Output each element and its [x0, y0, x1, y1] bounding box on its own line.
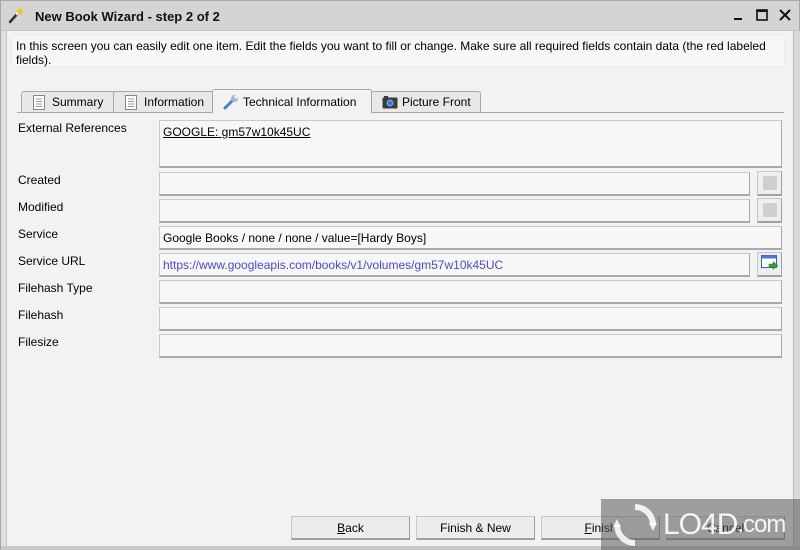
tab-summary-label: Summary: [52, 95, 104, 109]
calendar-icon: [762, 203, 777, 217]
maximize-button[interactable]: [752, 5, 772, 25]
service-label: Service: [18, 227, 59, 241]
cancel-button[interactable]: Cancel: [666, 516, 785, 540]
filehash-label: Filehash: [18, 308, 64, 322]
tab-technical-information-label: Technical Information: [243, 94, 357, 109]
window-left-border: [1, 31, 7, 547]
service-input[interactable]: Google Books / none / none / value=[Hard…: [159, 226, 782, 250]
document-icon: [32, 94, 46, 110]
created-label: Created: [18, 173, 61, 187]
minimize-button[interactable]: [729, 5, 749, 25]
external-reference-link[interactable]: GOOGLE: gm57w10k45UC: [163, 125, 310, 139]
open-url-button[interactable]: [757, 252, 782, 277]
modified-label: Modified: [18, 200, 64, 214]
title-bar[interactable]: New Book Wizard - step 2 of 2: [1, 1, 799, 31]
service-url-input[interactable]: https://www.googleapis.com/books/v1/volu…: [159, 253, 750, 277]
close-button[interactable]: [775, 5, 795, 25]
camera-icon: [382, 95, 398, 110]
tab-information[interactable]: Information: [113, 91, 223, 112]
window-title: New Book Wizard - step 2 of 2: [35, 9, 220, 24]
created-input[interactable]: [159, 172, 750, 196]
tab-technical-information[interactable]: Technical Information: [212, 89, 372, 113]
minimize-icon: [734, 18, 742, 20]
service-url-value: https://www.googleapis.com/books/v1/volu…: [163, 257, 504, 272]
external-references-field[interactable]: GOOGLE: gm57w10k45UC: [159, 120, 782, 168]
created-date-picker-button[interactable]: [757, 171, 782, 196]
tab-information-label: Information: [144, 95, 205, 109]
tab-panel-border: [17, 112, 784, 113]
finish-accelerator: F: [584, 520, 592, 535]
filesize-label: Filesize: [18, 335, 59, 349]
back-label: ack: [345, 520, 364, 535]
back-accelerator: B: [337, 520, 346, 535]
filesize-input[interactable]: [159, 334, 782, 358]
back-button[interactable]: Back: [291, 516, 410, 540]
service-url-label: Service URL: [18, 254, 86, 268]
filehash-type-label: Filehash Type: [18, 281, 93, 295]
tab-picture-front-label: Picture Front: [402, 95, 471, 109]
wrench-icon: [223, 94, 238, 110]
document-icon: [124, 94, 138, 110]
wizard-window: New Book Wizard - step 2 of 2 In this sc…: [0, 0, 800, 550]
maximize-icon: [756, 9, 768, 21]
instructions-text: In this screen you can easily edit one i…: [11, 35, 785, 67]
service-value: Google Books / none / none / value=[Hard…: [163, 230, 427, 245]
window-bottom-border: [1, 546, 800, 550]
finish-label: inish: [591, 520, 617, 535]
modified-input[interactable]: [159, 199, 750, 223]
finish-button[interactable]: Finish: [541, 516, 660, 540]
close-icon: [779, 9, 791, 21]
finish-and-new-button[interactable]: Finish & New: [416, 516, 535, 540]
window-right-border: [793, 31, 800, 547]
tab-picture-front[interactable]: Picture Front: [371, 91, 481, 112]
filehash-input[interactable]: [159, 307, 782, 331]
tab-summary[interactable]: Summary: [21, 91, 124, 112]
external-references-label: External References: [18, 121, 127, 135]
modified-date-picker-button[interactable]: [757, 198, 782, 223]
filehash-type-input[interactable]: [159, 280, 782, 304]
tab-bar: Summary Information Technical Informatio…: [17, 89, 783, 113]
calendar-icon: [762, 176, 777, 190]
magic-wand-icon: [7, 6, 25, 24]
open-in-browser-icon: [760, 254, 779, 274]
